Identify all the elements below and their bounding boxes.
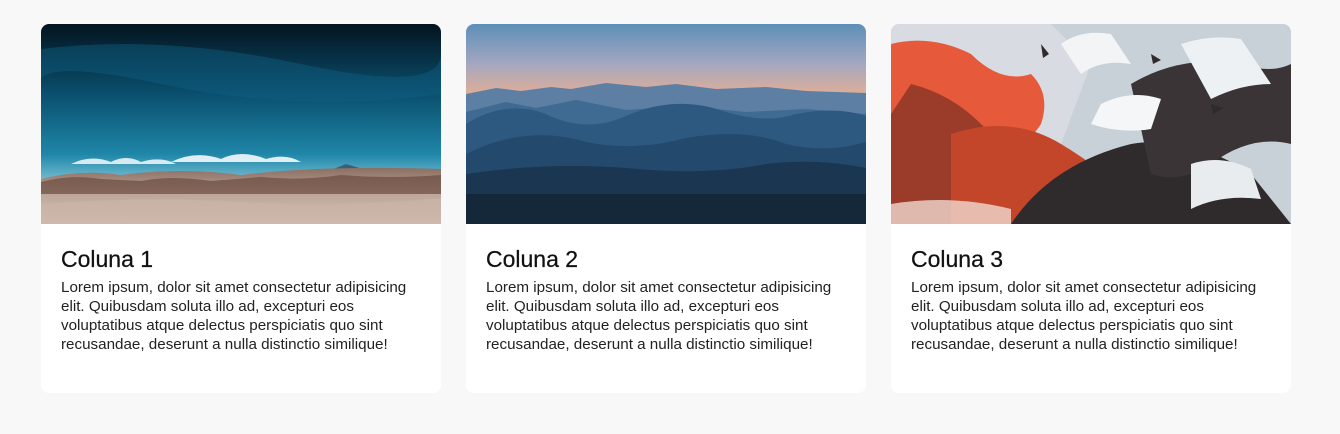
card-image-snowy-volcanic (891, 24, 1291, 224)
card-column-1: Coluna 1 Lorem ipsum, dolor sit amet con… (41, 24, 441, 393)
card-text: Lorem ipsum, dolor sit amet consectetur … (911, 279, 1257, 353)
card-title: Coluna 3 (911, 246, 1004, 272)
card-image-mountain-sunset (466, 24, 866, 224)
card-text: Lorem ipsum, dolor sit amet consectetur … (61, 279, 407, 353)
card-column-3: Coluna 3 Lorem ipsum, dolor sit amet con… (891, 24, 1291, 393)
card-text: Lorem ipsum, dolor sit amet consectetur … (486, 279, 832, 353)
cards-row: Coluna 1 Lorem ipsum, dolor sit amet con… (41, 24, 1291, 393)
card-column-2: Coluna 2 Lorem ipsum, dolor sit amet con… (466, 24, 866, 393)
card-image-desert (41, 24, 441, 224)
card-title: Coluna 1 (61, 246, 154, 272)
card-body: Coluna 1 Lorem ipsum, dolor sit amet con… (41, 224, 441, 374)
card-body: Coluna 3 Lorem ipsum, dolor sit amet con… (891, 224, 1291, 374)
card-title: Coluna 2 (486, 246, 579, 272)
card-body: Coluna 2 Lorem ipsum, dolor sit amet con… (466, 224, 866, 374)
